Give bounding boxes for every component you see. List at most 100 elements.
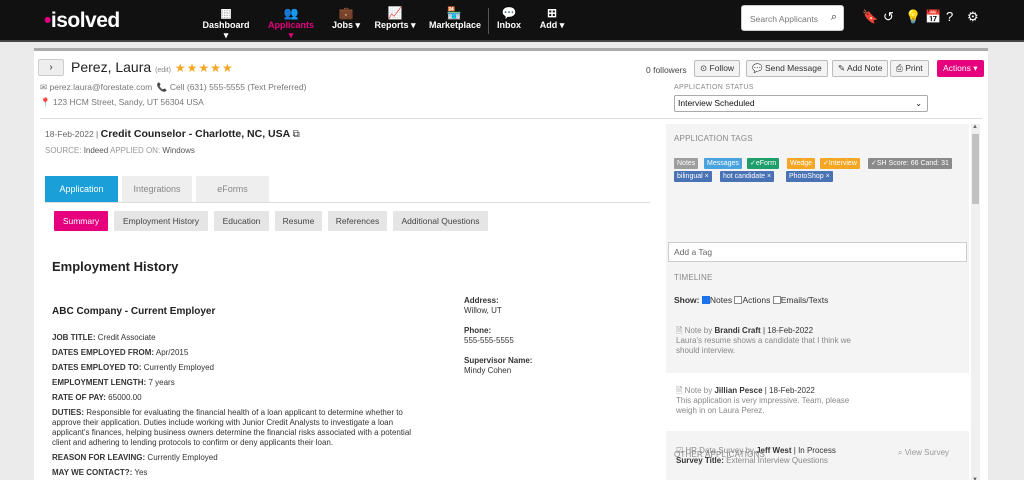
- other-applications-label: OTHER APPLICATIONS: [674, 450, 766, 459]
- search-placeholder: Search Applicants: [750, 14, 819, 24]
- tag-eform[interactable]: ✓eForm: [747, 158, 780, 169]
- subtab-additional-questions[interactable]: Additional Questions: [393, 211, 488, 231]
- scrollbar-thumb[interactable]: [972, 134, 979, 204]
- nav-reports[interactable]: 📈 Reports ▾: [374, 6, 416, 31]
- users-icon: 👥: [283, 6, 299, 20]
- note-author[interactable]: Brandi Craft: [714, 326, 760, 335]
- tag-hot-candidate[interactable]: hot candidate ×: [720, 171, 775, 182]
- rating-stars[interactable]: ★★★★★: [175, 61, 234, 75]
- history-icon[interactable]: ↺: [883, 9, 894, 25]
- actions-label: Actions ▾: [943, 63, 978, 73]
- tag-messages[interactable]: Messages: [704, 158, 742, 169]
- notes-checkbox[interactable]: [701, 296, 710, 304]
- nav-inbox-label: Inbox: [497, 20, 521, 30]
- notes-filter-label: Notes: [709, 295, 733, 305]
- nav-dashboard[interactable]: ▦ Dashboard ▾: [200, 6, 252, 41]
- timeline-filters: Show: Notes Actions Emails/Texts: [674, 295, 828, 305]
- survey-status: | In Process: [793, 446, 836, 455]
- phone-icon: 📞: [156, 82, 168, 92]
- calendar-icon[interactable]: 📅: [925, 9, 941, 25]
- note-date: | 18-Feb-2022: [762, 326, 814, 335]
- expand-button[interactable]: ›: [38, 59, 64, 76]
- tag-notes[interactable]: Notes: [674, 158, 699, 169]
- application-status-value: Interview Scheduled: [678, 98, 755, 108]
- sidebar-scrollbar[interactable]: ▲ ▼: [971, 124, 980, 480]
- nav-jobs[interactable]: 💼 Jobs ▾: [331, 6, 361, 31]
- chart-icon: 📈: [387, 6, 403, 20]
- actions-dropdown-button[interactable]: Actions ▾: [937, 60, 984, 77]
- subtab-summary[interactable]: Summary: [54, 211, 108, 231]
- chevron-right-icon: ›: [49, 62, 53, 73]
- employer-address-field: Address: Willow, UT: [464, 296, 502, 315]
- note-text-line: Laura's resume shows a candidate that I …: [676, 336, 851, 345]
- send-message-button[interactable]: 💬 Send Message: [746, 60, 828, 77]
- application-status-label: APPLICATION STATUS: [674, 84, 754, 91]
- dates-from-field: DATES EMPLOYED FROM: Apr/2015: [52, 348, 189, 357]
- help-icon[interactable]: ?: [946, 9, 953, 24]
- gear-icon[interactable]: ⚙: [967, 9, 979, 25]
- emails-checkbox[interactable]: [772, 296, 781, 304]
- location-pin-icon: 📍: [40, 97, 51, 107]
- message-icon: 💬: [752, 63, 763, 73]
- tag-bilingual[interactable]: bilingual ×: [674, 171, 712, 182]
- nav-marketplace[interactable]: 🏪 Marketplace: [429, 6, 481, 30]
- add-note-button[interactable]: ✎ Add Note: [832, 60, 889, 77]
- external-link-icon[interactable]: ⧉: [293, 129, 300, 140]
- tag-wedge[interactable]: Wedge: [787, 158, 816, 169]
- subtab-resume[interactable]: Resume: [275, 211, 322, 231]
- timeline-note-1[interactable]: 🗎 Note by Brandi Craft | 18-Feb-2022 Lau…: [666, 313, 969, 367]
- chevron-down-icon: ⌄: [915, 99, 922, 108]
- follow-button[interactable]: ⊙ Follow: [694, 60, 741, 77]
- timeline-note-2[interactable]: 🗎 Note by Jillian Pesce | 18-Feb-2022 Th…: [666, 373, 969, 431]
- applicant-email[interactable]: perez.laura@forestate.com: [50, 82, 153, 92]
- actions-filter-label: Actions: [742, 295, 771, 305]
- bookmark-icon[interactable]: 🔖: [862, 9, 878, 25]
- email-icon: ✉: [40, 82, 48, 92]
- tab-integrations[interactable]: Integrations: [122, 176, 192, 202]
- note-icon: 🗎: [676, 386, 683, 395]
- job-source: SOURCE: Indeed APPLIED ON: Windows: [45, 146, 195, 155]
- subtab-education[interactable]: Education: [214, 211, 269, 231]
- nav-jobs-label: Jobs ▾: [331, 20, 361, 30]
- note-prefix: Note by: [684, 326, 713, 335]
- tab-application[interactable]: Application: [45, 176, 118, 202]
- job-title-link[interactable]: Credit Counselor - Charlotte, NC, USA: [101, 128, 291, 140]
- source-label: SOURCE:: [45, 146, 82, 155]
- print-button[interactable]: ⎙ Print: [890, 60, 929, 77]
- nav-dashboard-label: Dashboard ▾: [202, 20, 250, 40]
- search-icon: ⌕: [898, 448, 903, 457]
- tag-photoshop[interactable]: PhotoShop ×: [786, 171, 833, 182]
- application-status-select[interactable]: Interview Scheduled ⌄: [674, 95, 928, 112]
- print-label: Print: [905, 63, 923, 73]
- edit-name-link[interactable]: (edit): [155, 67, 171, 74]
- lightbulb-icon[interactable]: 💡: [905, 9, 921, 25]
- rate-of-pay-field: RATE OF PAY: 65000.00: [52, 393, 142, 402]
- view-survey-link[interactable]: ⌕ View Survey: [898, 448, 949, 458]
- employer-phone-field: Phone: 555-555-5555: [464, 326, 514, 345]
- scroll-up-icon[interactable]: ▲: [972, 124, 978, 130]
- nav-applicants[interactable]: 👥 Applicants ▾: [266, 6, 316, 41]
- application-tabs: Application Integrations eForms: [45, 176, 650, 203]
- nav-add[interactable]: ⊞ Add ▾: [538, 6, 566, 31]
- subtab-employment-history[interactable]: Employment History: [114, 211, 208, 231]
- tab-eforms[interactable]: eForms: [196, 176, 269, 202]
- plus-square-icon: ⊞: [546, 6, 558, 20]
- nav-separator: [488, 8, 489, 34]
- isolved-logo[interactable]: •isolved: [44, 9, 120, 33]
- applicant-panel: › Perez, Laura (edit) ★★★★★ ✉ perez.laur…: [34, 48, 988, 480]
- search-applicants-input[interactable]: Search Applicants ⌕: [741, 5, 844, 31]
- tag-sh-score[interactable]: ✓SH Score: 66 Cand: 31: [868, 158, 952, 169]
- supervisor-field: Supervisor Name: Mindy Cohen: [464, 356, 533, 375]
- store-icon: 🏪: [446, 6, 462, 20]
- tag-interview[interactable]: ✓Interview: [820, 158, 860, 169]
- applicant-name: Perez, Laura (edit) ★★★★★: [71, 59, 234, 75]
- timeline-label: TIMELINE: [674, 273, 713, 282]
- subtab-references[interactable]: References: [328, 211, 387, 231]
- note-author[interactable]: Jillian Pesce: [714, 386, 762, 395]
- print-icon: ⎙: [896, 63, 903, 73]
- nav-inbox[interactable]: 💬 Inbox: [497, 6, 521, 30]
- search-icon[interactable]: ⌕: [831, 11, 837, 24]
- show-label: Show:: [674, 295, 700, 305]
- applicant-address: 123 HCM Street, Sandy, UT 56304 USA: [52, 97, 204, 107]
- add-tag-input[interactable]: Add a Tag: [668, 242, 967, 262]
